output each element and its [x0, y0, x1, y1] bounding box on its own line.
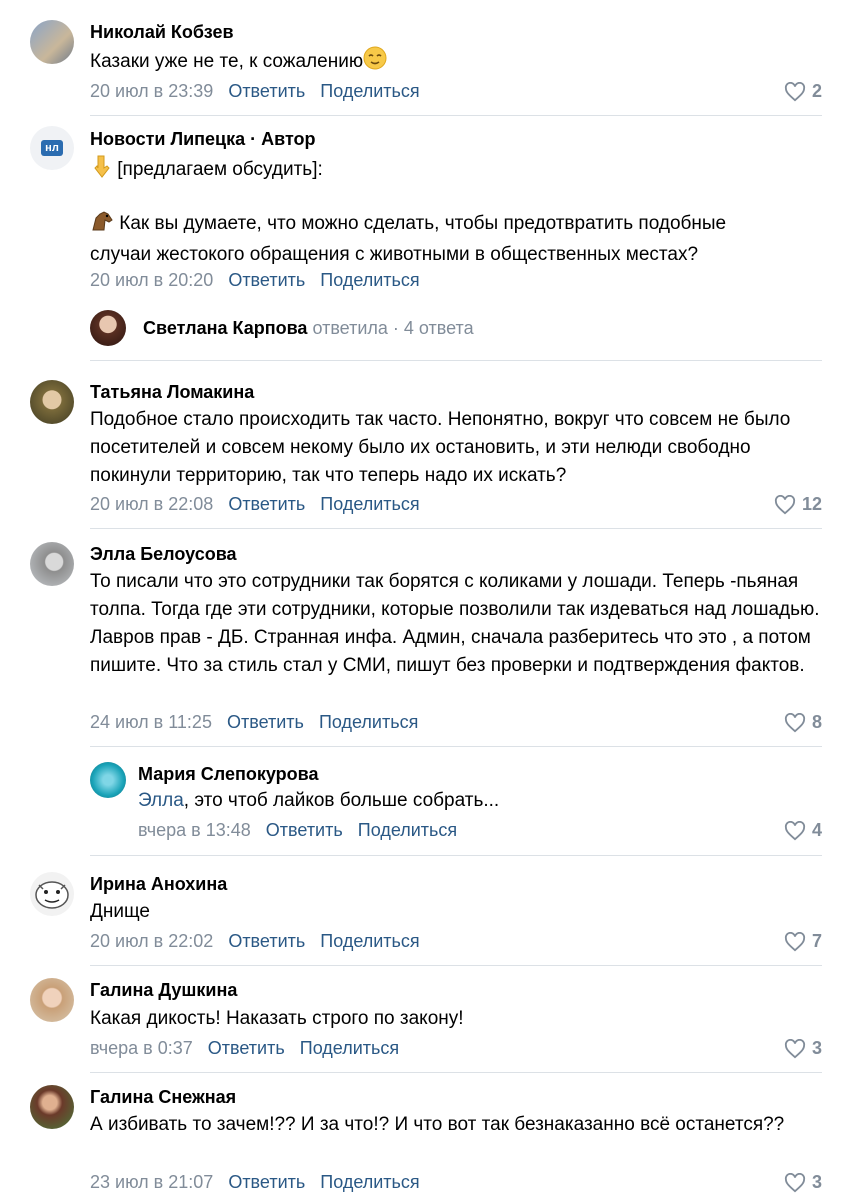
avatar[interactable]	[30, 542, 74, 586]
share-button[interactable]: Поделиться	[320, 270, 419, 290]
heart-outline-icon	[784, 81, 806, 101]
author-name[interactable]: Элла Белоусова	[90, 544, 237, 565]
like-button[interactable]: 8	[784, 712, 822, 733]
share-button[interactable]: Поделиться	[320, 1172, 419, 1192]
comment-meta: 20 июл в 22:02 Ответить Поделиться	[90, 931, 420, 952]
comment-meta: 23 июл в 21:07 Ответить Поделиться	[90, 1172, 420, 1193]
like-count: 3	[811, 1038, 822, 1058]
heart-outline-icon	[784, 820, 806, 840]
avatar[interactable]: НЛ	[30, 126, 74, 170]
reply-button[interactable]: Ответить	[228, 931, 305, 951]
like-count: 12	[801, 494, 822, 514]
like-count: 7	[811, 931, 822, 951]
author-name[interactable]: Галина Душкина	[90, 980, 237, 1001]
reply-button[interactable]: Ответить	[228, 81, 305, 101]
heart-outline-icon	[784, 931, 806, 951]
divider	[90, 360, 822, 361]
comment-meta: 24 июл в 11:25 Ответить Поделиться	[90, 712, 418, 733]
reply-button[interactable]: Ответить	[266, 820, 343, 840]
comment-text: Какая дикость! Наказать строго по закону…	[90, 1008, 464, 1029]
author-name[interactable]: Новости Липецка · Автор	[90, 129, 316, 150]
heart-outline-icon	[784, 1172, 806, 1192]
cartoon-face-icon	[35, 881, 69, 909]
avatar[interactable]	[30, 1085, 74, 1129]
share-button[interactable]: Поделиться	[320, 81, 419, 101]
share-button[interactable]: Поделиться	[319, 712, 418, 732]
like-button[interactable]: 3	[784, 1172, 822, 1193]
reply-button[interactable]: Ответить	[228, 1172, 305, 1192]
avatar[interactable]	[90, 310, 126, 346]
divider	[90, 965, 822, 966]
share-button[interactable]: Поделиться	[320, 931, 419, 951]
like-count: 2	[811, 81, 822, 101]
relieved-face-emoji	[363, 46, 387, 79]
timestamp[interactable]: вчера в 0:37	[90, 1038, 193, 1058]
divider	[90, 855, 822, 856]
reply-author: Светлана Карпова	[143, 318, 308, 338]
like-button[interactable]: 3	[784, 1038, 822, 1059]
avatar[interactable]	[30, 978, 74, 1022]
reply-action: ответила	[312, 318, 388, 338]
comment-text: Казаки уже не те, к сожалению	[90, 46, 387, 79]
timestamp[interactable]: 20 июл в 20:20	[90, 270, 213, 290]
heart-outline-icon	[774, 494, 796, 514]
share-button[interactable]: Поделиться	[358, 820, 457, 840]
comment-meta: 20 июл в 23:39 Ответить Поделиться	[90, 81, 420, 102]
pointing-down-emoji	[90, 154, 112, 187]
divider	[90, 528, 822, 529]
logo-badge: НЛ	[41, 140, 63, 156]
avatar[interactable]	[30, 20, 74, 64]
author-name[interactable]: Галина Снежная	[90, 1087, 236, 1108]
comment-meta: вчера в 0:37 Ответить Поделиться	[90, 1038, 399, 1059]
comment-text: Днище	[90, 901, 150, 922]
like-count: 8	[811, 712, 822, 732]
mention-link[interactable]: Элла	[138, 790, 184, 811]
timestamp[interactable]: 24 июл в 11:25	[90, 712, 212, 732]
comment-text: Элла, это чтоб лайков больше собрать...	[138, 790, 500, 811]
author-name[interactable]: Ирина Анохина	[90, 874, 227, 895]
heart-outline-icon	[784, 712, 806, 732]
reply-count: 4 ответа	[403, 318, 474, 338]
comment-meta: 20 июл в 20:20 Ответить Поделиться	[90, 270, 420, 291]
timestamp[interactable]: 20 июл в 22:08	[90, 494, 213, 514]
timestamp[interactable]: вчера в 13:48	[138, 820, 251, 840]
avatar[interactable]	[90, 762, 126, 798]
comment-meta: вчера в 13:48 Ответить Поделиться	[138, 820, 457, 841]
reply-button[interactable]: Ответить	[208, 1038, 285, 1058]
like-count: 3	[811, 1172, 822, 1192]
comment-text: То писали что это сотрудники так борятся…	[90, 571, 820, 676]
share-button[interactable]: Поделиться	[320, 494, 419, 514]
reply-button[interactable]: Ответить	[228, 494, 305, 514]
author-name[interactable]: Николай Кобзев	[90, 22, 234, 43]
comment-text: Как вы думаете, что можно сделать, чтобы…	[90, 210, 790, 269]
like-count: 4	[811, 820, 822, 840]
replies-summary[interactable]: Светлана Карпова ответила · 4 ответа	[143, 318, 474, 339]
like-button[interactable]: 4	[784, 820, 822, 841]
timestamp[interactable]: 20 июл в 23:39	[90, 81, 213, 101]
timestamp[interactable]: 20 июл в 22:02	[90, 931, 213, 951]
avatar[interactable]	[30, 872, 74, 916]
like-button[interactable]: 7	[784, 931, 822, 952]
author-name[interactable]: Мария Слепокурова	[138, 764, 318, 785]
divider	[90, 1072, 822, 1073]
divider	[90, 115, 822, 116]
comment-text: А избивать то зачем!?? И за что!? И что …	[90, 1114, 785, 1135]
like-button[interactable]: 12	[774, 494, 822, 515]
divider	[90, 746, 822, 747]
reply-button[interactable]: Ответить	[227, 712, 304, 732]
horse-emoji	[90, 210, 114, 241]
like-button[interactable]: 2	[784, 81, 822, 102]
heart-outline-icon	[784, 1038, 806, 1058]
avatar[interactable]	[30, 380, 74, 424]
share-button[interactable]: Поделиться	[300, 1038, 399, 1058]
comment-text: [предлагаем обсудить]:	[90, 154, 790, 187]
reply-button[interactable]: Ответить	[228, 270, 305, 290]
comment-meta: 20 июл в 22:08 Ответить Поделиться	[90, 494, 420, 515]
timestamp[interactable]: 23 июл в 21:07	[90, 1172, 213, 1192]
author-name[interactable]: Татьяна Ломакина	[90, 382, 254, 403]
comment-text: Подобное стало происходить так часто. Не…	[90, 409, 791, 486]
